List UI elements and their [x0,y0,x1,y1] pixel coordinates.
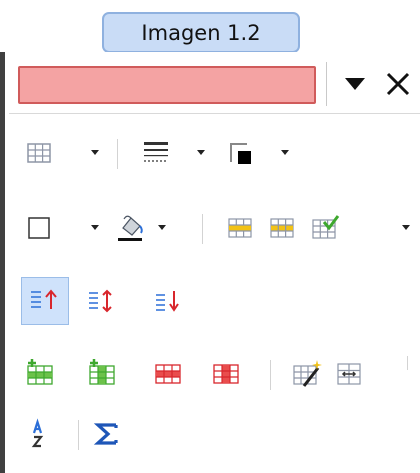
magic-wand-table-icon [293,360,322,387]
align-center-button[interactable] [81,281,121,321]
align-bottom-icon [156,291,179,312]
toolbar-separator [78,420,79,450]
delete-column-button[interactable] [206,354,246,394]
border-color-dropdown-icon[interactable] [278,145,292,159]
border-color-button[interactable] [221,133,261,173]
insert-column-icon [89,359,115,385]
align-top-button[interactable] [21,277,69,325]
border-color-icon [230,143,251,164]
table-toolbar-panel [0,52,420,473]
optimize-button[interactable] [329,354,369,394]
table-dropdown-icon[interactable] [88,145,102,159]
delete-row-icon [155,364,181,384]
insert-row-button[interactable] [19,354,59,394]
borders-box-dropdown-icon[interactable] [88,220,102,234]
borders-dropdown-icon[interactable] [194,145,208,159]
fill-color-dropdown-icon[interactable] [155,220,169,234]
merge-cells-icon [228,218,252,238]
toolbar-menu-dropdown-icon[interactable] [339,69,373,99]
paint-bucket-icon [118,215,143,241]
autoformat-check-icon [312,215,340,239]
close-icon[interactable] [381,67,415,101]
titlebar-divider [326,62,327,106]
delete-column-icon [213,364,239,384]
line-style-icon [144,142,168,162]
split-cells-icon [270,218,294,238]
delete-row-button[interactable] [148,354,188,394]
toolbar-separator [407,356,408,370]
insert-row-icon [27,359,53,385]
table-icon [27,143,51,163]
toolbar-separator [117,139,118,169]
toolbar-titlebar [5,56,420,110]
align-top-icon [31,289,57,309]
autoformat-dropdown-icon[interactable] [399,220,413,234]
split-cells-button[interactable] [262,208,302,248]
fill-color-button[interactable] [109,208,149,248]
sort-button[interactable] [19,414,59,454]
sum-button[interactable] [87,414,127,454]
titlebar-separator [9,113,420,114]
align-center-icon [89,289,112,313]
select-table-button[interactable] [286,354,326,394]
sum-sigma-icon [93,423,118,445]
optimize-size-icon [337,363,361,385]
align-bottom-button[interactable] [148,281,188,321]
toolbar-name-field[interactable] [18,66,316,104]
image-caption: Imagen 1.2 [102,12,300,53]
borders-button[interactable] [136,133,176,173]
sort-az-icon [31,418,44,448]
toolbar-separator [202,214,203,244]
insert-column-button[interactable] [81,354,121,394]
box-border-icon [28,217,50,239]
table-button[interactable] [19,133,59,173]
toolbar-separator [270,360,271,390]
borders-box-button[interactable] [19,208,59,248]
autoformat-button[interactable] [304,208,344,248]
merge-cells-button[interactable] [220,208,260,248]
